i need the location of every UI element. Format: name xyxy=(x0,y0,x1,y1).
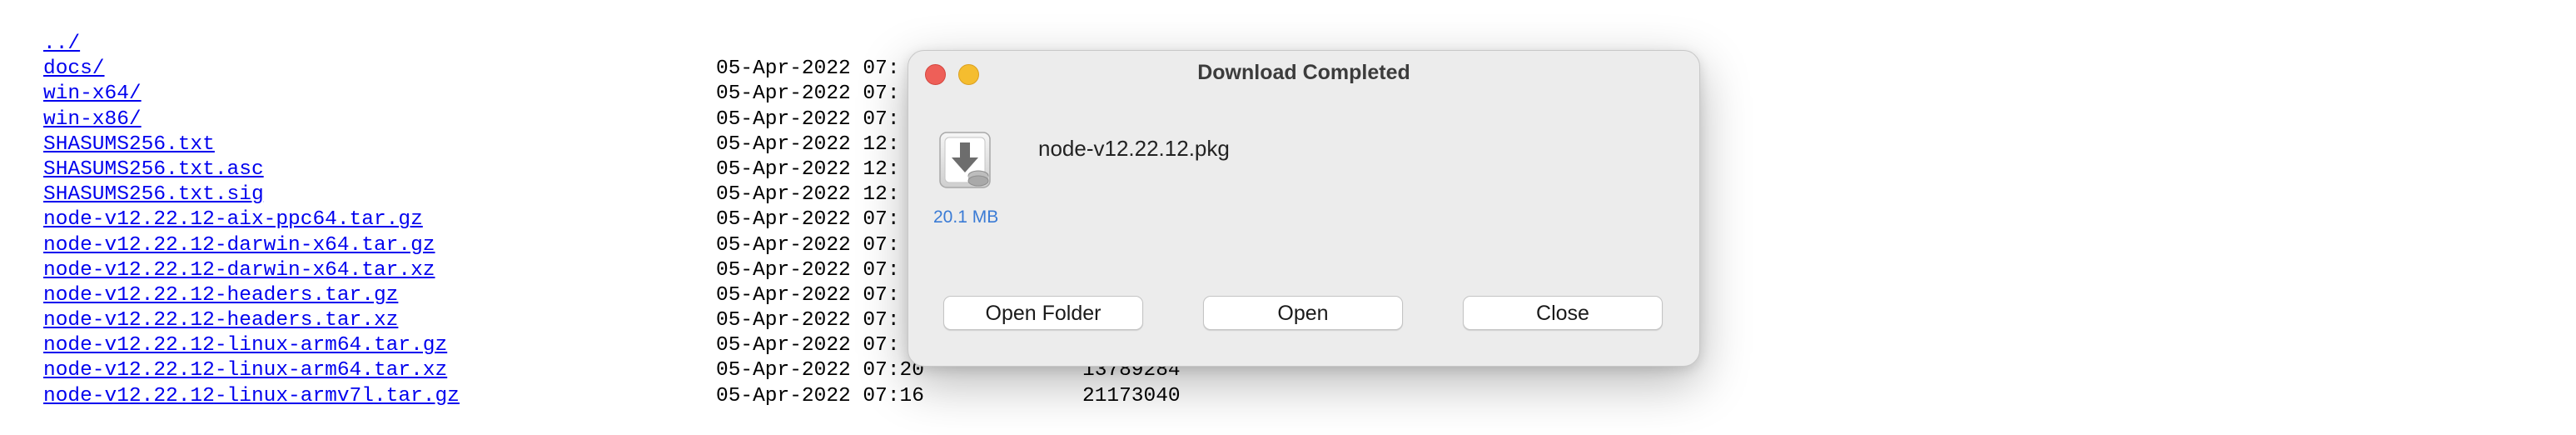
open-folder-button[interactable]: Open Folder xyxy=(943,296,1143,330)
file-link[interactable]: SHASUMS256.txt.asc xyxy=(43,158,264,182)
file-date: 05-Apr-2022 07: xyxy=(716,82,900,106)
file-link[interactable]: win-x86/ xyxy=(43,108,142,132)
dialog-titlebar: Download Completed xyxy=(908,51,1699,98)
close-button[interactable]: Close xyxy=(1463,296,1663,330)
file-date: 05-Apr-2022 07: xyxy=(716,258,900,282)
file-date: 05-Apr-2022 07:20 xyxy=(716,359,924,382)
file-link[interactable]: SHASUMS256.txt.sig xyxy=(43,182,264,208)
file-date: 05-Apr-2022 07:16 xyxy=(716,384,924,408)
file-date: 05-Apr-2022 07: xyxy=(716,283,900,307)
listing-row: node-v12.22.12-linux-armv7l.tar.gz 05-Ap… xyxy=(43,384,1292,409)
file-link[interactable]: node-v12.22.12-headers.tar.xz xyxy=(43,308,398,333)
file-date: 05-Apr-2022 07: xyxy=(716,208,900,232)
download-completed-dialog: Download Completed node-v12.22.12.pkg 20… xyxy=(908,50,1700,367)
file-link[interactable]: node-v12.22.12-linux-arm64.tar.xz xyxy=(43,358,447,383)
file-date: 05-Apr-2022 12: xyxy=(716,132,900,156)
file-date: 05-Apr-2022 12: xyxy=(716,183,900,207)
file-size: 21173040 xyxy=(1082,384,1181,408)
downloaded-file-size: 20.1 MB xyxy=(933,208,999,227)
file-date: 05-Apr-2022 07: xyxy=(716,108,900,131)
file-link[interactable]: node-v12.22.12-linux-armv7l.tar.gz xyxy=(43,384,460,409)
file-link[interactable]: win-x64/ xyxy=(43,82,142,107)
downloaded-file-name: node-v12.22.12.pkg xyxy=(1038,136,1230,161)
file-link[interactable]: node-v12.22.12-darwin-x64.tar.xz xyxy=(43,258,435,283)
file-date: 05-Apr-2022 07: xyxy=(716,334,900,358)
file-link[interactable]: node-v12.22.12-aix-ppc64.tar.gz xyxy=(43,208,423,232)
open-button[interactable]: Open xyxy=(1203,296,1403,330)
file-date: 05-Apr-2022 12: xyxy=(716,158,900,181)
file-date: 05-Apr-2022 07: xyxy=(716,58,900,81)
installer-package-icon xyxy=(935,129,995,191)
file-date: 05-Apr-2022 07: xyxy=(716,233,900,257)
file-link[interactable]: SHASUMS256.txt xyxy=(43,132,215,158)
file-date: 05-Apr-2022 07: xyxy=(716,309,900,332)
file-link[interactable]: ../ xyxy=(43,32,80,57)
file-link[interactable]: node-v12.22.12-linux-arm64.tar.gz xyxy=(43,333,447,358)
file-link[interactable]: docs/ xyxy=(43,57,105,82)
file-link[interactable]: node-v12.22.12-darwin-x64.tar.gz xyxy=(43,233,435,258)
dialog-title: Download Completed xyxy=(1197,61,1410,84)
file-link[interactable]: node-v12.22.12-headers.tar.gz xyxy=(43,283,398,308)
